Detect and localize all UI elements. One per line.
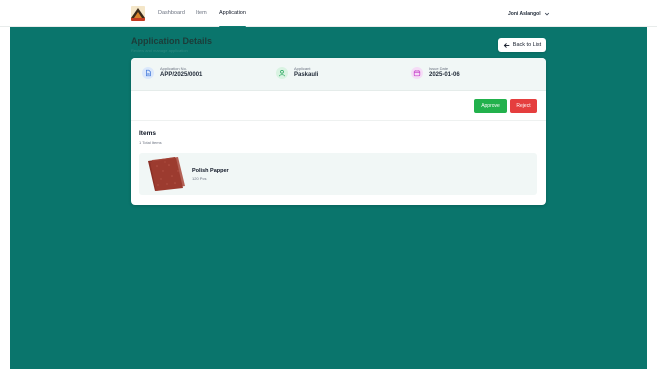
applicant-value: Paskauli [294, 72, 319, 78]
application-no-value: APP/2025/0001 [160, 72, 203, 78]
nav-link-dashboard[interactable]: Dashboard [158, 9, 185, 27]
main-content: Application Details Review and manage ap… [10, 27, 647, 369]
nav-link-item[interactable]: Item [196, 9, 207, 27]
nav-link-application[interactable]: Application [219, 9, 246, 28]
item-quantity: 120 Pcs [192, 176, 207, 181]
items-section-title: Items [139, 130, 156, 137]
page-title: Application Details [131, 36, 213, 46]
chevron-down-icon [544, 12, 549, 16]
calendar-icon [411, 66, 423, 79]
top-navbar: Dashboard Item Application Joni Aslangol [0, 0, 657, 28]
arrow-left-icon [503, 42, 510, 48]
back-to-list-label: Back to List [512, 42, 542, 48]
application-card: Application No. APP/2025/0001 Applicant … [131, 58, 546, 205]
info-issue-date: Issue Date 2025-01-06 [411, 66, 460, 79]
user-menu[interactable]: Joni Aslangol [508, 11, 550, 17]
document-icon [142, 66, 154, 79]
user-name: Joni Aslangol [508, 11, 541, 17]
approve-button[interactable]: Approve [474, 99, 507, 113]
back-to-list-button[interactable]: Back to List [498, 38, 546, 52]
item-name: Polish Papper [192, 168, 229, 174]
app-logo[interactable] [131, 6, 145, 21]
item-thumbnail [145, 157, 187, 191]
items-count: 1 Total Items [139, 140, 162, 145]
application-info-bar: Application No. APP/2025/0001 Applicant … [131, 58, 546, 91]
list-item[interactable]: Polish Papper 120 Pcs [139, 153, 537, 195]
info-applicant: Applicant Paskauli [276, 66, 318, 79]
page-subtitle: Review and manage application [131, 48, 188, 53]
user-icon [276, 66, 288, 79]
info-application-no: Application No. APP/2025/0001 [142, 66, 202, 79]
section-divider [131, 120, 546, 121]
issue-date-value: 2025-01-06 [429, 72, 460, 78]
reject-button[interactable]: Reject [510, 99, 537, 113]
